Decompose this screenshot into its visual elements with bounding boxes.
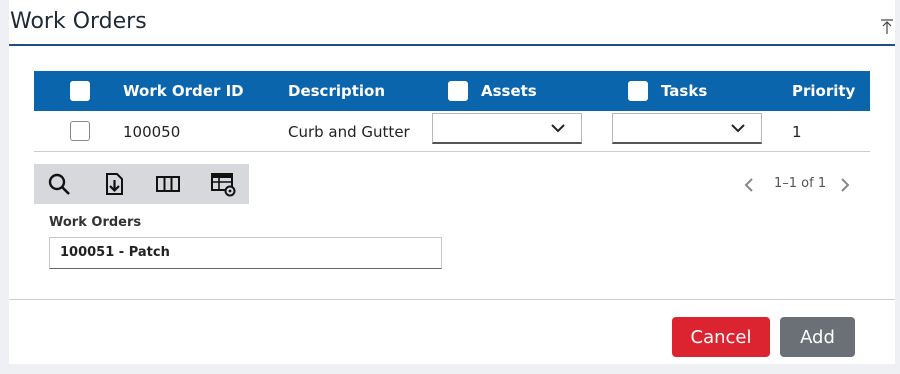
collapse-icon[interactable] xyxy=(881,19,893,35)
row-checkbox[interactable] xyxy=(70,121,90,141)
description-cell: Curb and Gutter xyxy=(288,123,410,141)
export-icon[interactable] xyxy=(101,171,127,197)
work-orders-field[interactable]: 100051 - Patch xyxy=(49,237,442,269)
table-toolbar xyxy=(34,164,249,204)
chevron-right-icon[interactable] xyxy=(840,177,850,193)
page-title: Work Orders xyxy=(10,9,147,34)
column-header-assets[interactable]: Assets xyxy=(481,82,537,100)
pagination: 1–1 of 1 xyxy=(740,175,860,195)
panel-header: Work Orders xyxy=(9,0,895,46)
tasks-checkbox[interactable] xyxy=(628,81,648,101)
column-header-work-order-id[interactable]: Work Order ID xyxy=(123,82,244,100)
priority-cell: 1 xyxy=(792,123,802,141)
cancel-button[interactable]: Cancel xyxy=(672,317,770,357)
search-icon[interactable] xyxy=(46,171,72,197)
divider xyxy=(9,299,895,300)
chevron-down-icon xyxy=(731,124,745,133)
columns-icon[interactable] xyxy=(155,171,181,197)
pagination-range: 1–1 of 1 xyxy=(774,176,827,191)
column-header-description[interactable]: Description xyxy=(288,82,385,100)
select-all-checkbox[interactable] xyxy=(70,81,90,101)
work-orders-panel: Work Orders Work Order ID Description As… xyxy=(9,0,895,364)
table-header-row: Work Order ID Description Assets Tasks P… xyxy=(34,71,870,111)
assets-dropdown[interactable] xyxy=(432,113,582,144)
table-settings-icon[interactable] xyxy=(210,171,236,197)
column-header-tasks[interactable]: Tasks xyxy=(661,82,707,100)
chevron-down-icon xyxy=(551,124,565,133)
add-button[interactable]: Add xyxy=(780,317,855,357)
tasks-dropdown[interactable] xyxy=(612,113,762,144)
work-orders-field-label: Work Orders xyxy=(49,215,142,230)
work-order-id-cell: 100050 xyxy=(123,123,181,141)
table-row[interactable]: 100050 Curb and Gutter 1 xyxy=(34,111,870,152)
chevron-left-icon[interactable] xyxy=(744,177,754,193)
column-header-priority[interactable]: Priority xyxy=(792,82,855,100)
work-orders-table: Work Order ID Description Assets Tasks P… xyxy=(34,71,870,152)
assets-checkbox[interactable] xyxy=(448,81,468,101)
